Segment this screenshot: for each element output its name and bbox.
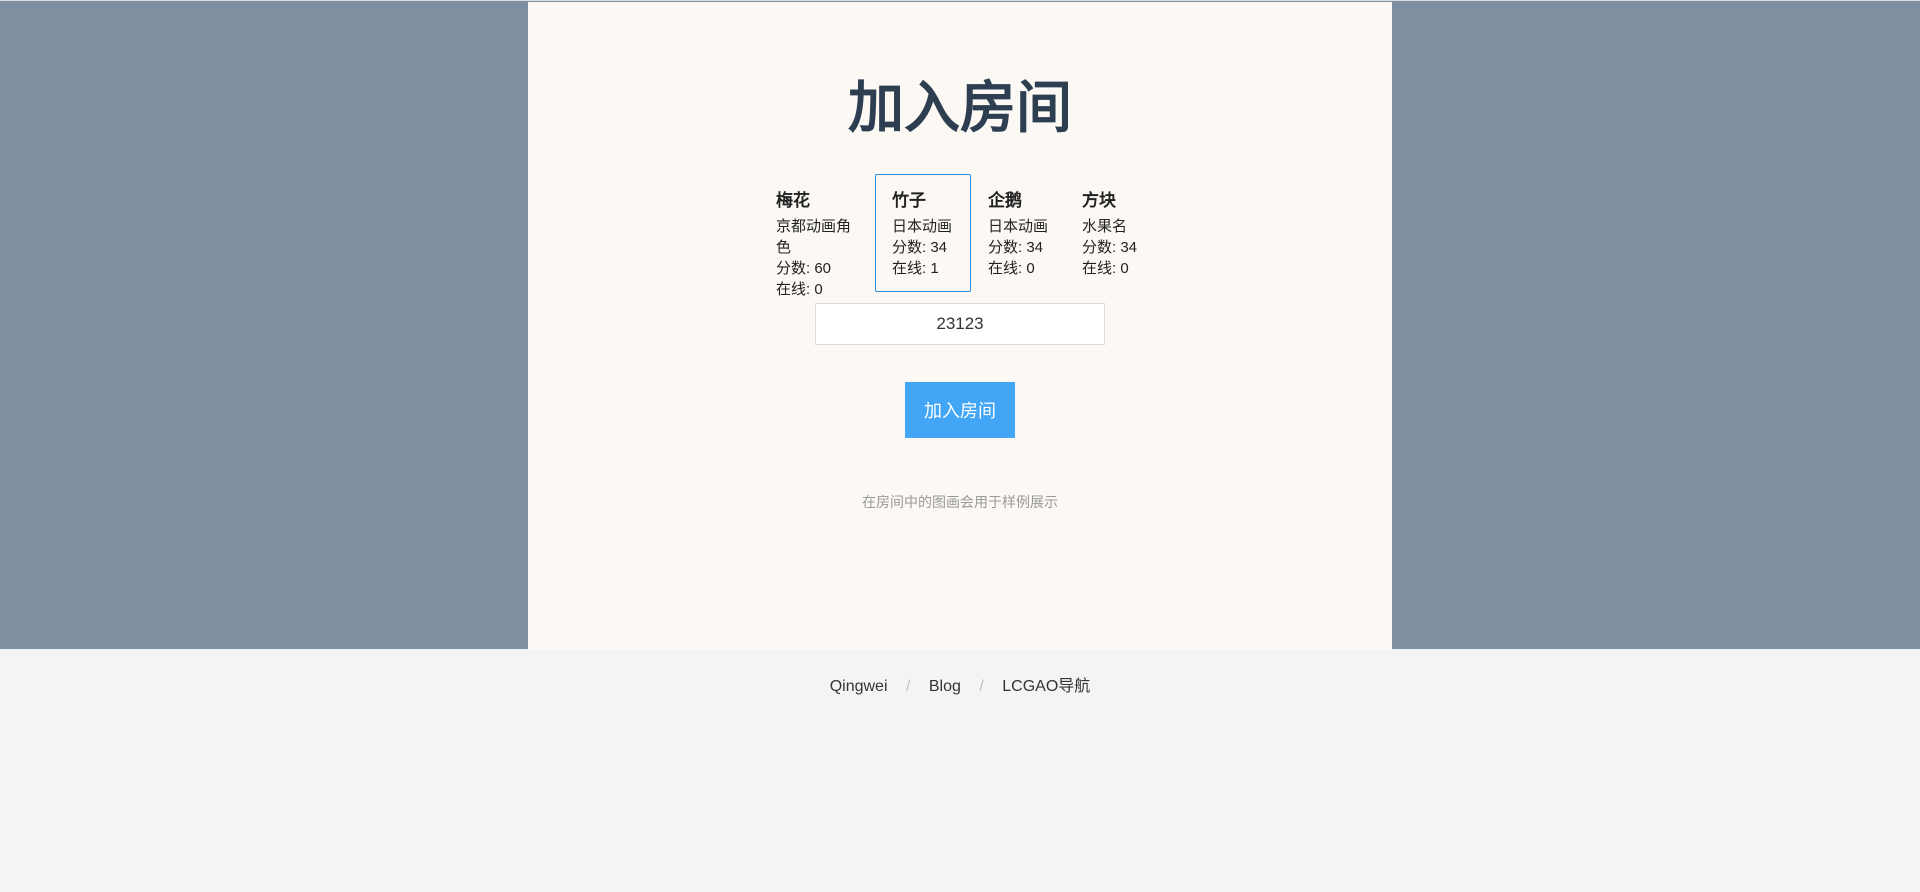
join-room-card: 加入房间 梅花 京都动画角色 分数: 60 在线: 0 竹子 日本动画 分数: … [528,2,1392,650]
hint-text: 在房间中的图画会用于样例展示 [862,494,1058,510]
room-category: 日本动画 [988,218,1049,235]
footer-link-qingwei[interactable]: Qingwei [830,678,888,695]
room-option-penguin[interactable]: 企鹅 日本动画 分数: 34 在线: 0 [971,174,1065,292]
room-score: 分数: 60 [776,260,832,277]
room-option-bamboo[interactable]: 竹子 日本动画 分数: 34 在线: 1 [875,174,971,292]
room-online: 在线: 0 [1082,260,1129,277]
page-band: 加入房间 梅花 京都动画角色 分数: 60 在线: 0 竹子 日本动画 分数: … [0,0,1920,650]
room-score: 分数: 34 [988,239,1044,256]
footer-link-lcgao-nav[interactable]: LCGAO导航 [1002,678,1090,695]
footer-nav: Qingwei / Blog / LCGAO导航 [0,672,1920,696]
room-online: 在线: 1 [892,260,939,277]
footer-separator: / [905,678,911,695]
room-online: 在线: 0 [776,281,823,298]
room-score: 分数: 34 [892,239,948,256]
footer-separator: / [979,678,984,695]
room-category: 京都动画角色 [776,218,852,256]
room-score: 分数: 34 [1082,239,1138,256]
room-option-block[interactable]: 方块 水果名 分数: 34 在线: 0 [1065,174,1159,292]
room-name: 方块 [1082,191,1116,210]
room-list: 梅花 京都动画角色 分数: 60 在线: 0 竹子 日本动画 分数: 34 在线… [765,174,1159,298]
room-category: 水果名 [1082,218,1128,235]
page-title: 加入房间 [848,76,1072,139]
footer-link-blog[interactable]: Blog [929,678,961,695]
room-name: 梅花 [776,191,810,210]
room-id-input[interactable] [815,303,1105,345]
room-category: 日本动画 [892,218,953,235]
room-name: 企鹅 [988,191,1022,210]
room-option-plum[interactable]: 梅花 京都动画角色 分数: 60 在线: 0 [765,174,875,298]
join-room-button[interactable]: 加入房间 [905,382,1015,438]
room-online: 在线: 0 [988,260,1035,277]
room-name: 竹子 [892,191,926,210]
